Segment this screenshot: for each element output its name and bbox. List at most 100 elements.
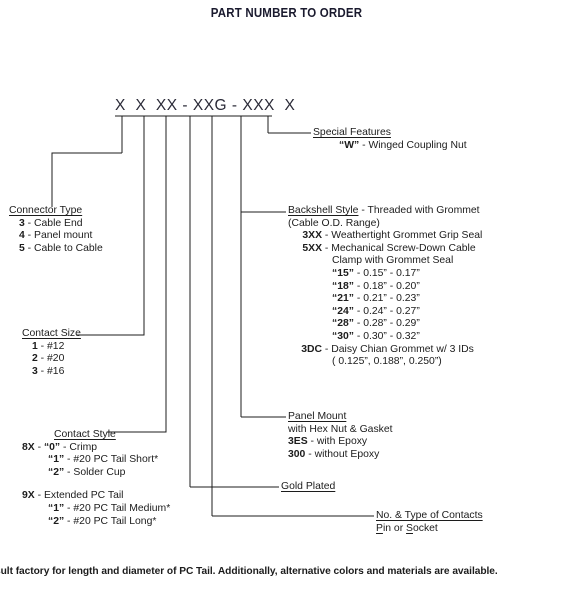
backshell-range-21-sep: - [353,293,364,305]
connector-type-option-5-sep: - [24,242,35,254]
contact-style-8x-first-desc: Crimp [69,441,98,453]
special-features-option-desc: Winged Coupling Nut [368,139,467,151]
contact-style-9x-opt-2-code: “2” [48,515,65,527]
contact-style-9x-opt-1: “1” - #20 PC Tail Medium* [22,503,170,516]
backshell-heading-suffix: - Threaded with Grommet [358,205,480,216]
contacts-subtitle-p: P [376,522,383,534]
contact-size-heading: Contact Size [22,328,81,339]
backshell-range-24-desc: 0.24” - 0.27” [363,305,420,317]
contact-size-option-1-sep: - [37,340,48,352]
backshell-option-3dc-code: 3DC [301,343,322,355]
panel-mount-option-3es-sep: - [307,436,317,448]
backshell-option-5xx-code: 5XX [302,242,322,254]
callout-connector-type: Connector Type 3 - Cable End 4 - Panel m… [9,205,103,255]
panel-mount-subtitle: with Hex Nut & Gasket [288,423,393,435]
contacts-subtitle-s: S [406,522,413,534]
backshell-range-15-desc: 0.15” - 0.17” [363,267,420,279]
contact-style-8x-row: 8X - “0” - Crimp [22,442,170,455]
contact-style-8x-opt-2-desc: Solder Cup [73,466,126,478]
panel-mount-option-3es-desc: with Epoxy [316,436,368,448]
contact-style-9x-first-desc: Extended PC Tail [43,490,124,502]
backshell-heading: Backshell Style [288,205,359,216]
special-features-option-code: “W” [339,139,360,151]
contact-size-option-2: 2 - #20 [22,353,81,366]
contact-style-8x-opt-2-code: “2” [48,466,65,478]
backshell-option-3dc-desc: Daisy Chian Grommet w/ 3 IDs [331,343,474,355]
backshell-range-18: “18” - 0.18” - 0.20” [288,281,482,294]
connector-type-option-3-desc: Cable End [34,217,83,229]
part-number-mask: X X XX - XXG - XXX X [115,97,296,114]
backshell-option-3dc-sep: - [322,343,332,355]
gold-plated-heading: Gold Plated [281,481,336,492]
contact-style-8x-opt-1: “1” - #20 PC Tail Short* [22,454,170,467]
panel-mount-option-300-sep: - [305,448,315,460]
contact-size-option-1-desc: #12 [47,340,65,352]
connector-type-option-4-desc: Panel mount [34,230,93,242]
backshell-option-5xx-desc: Mechanical Screw-Down Cable [331,242,476,254]
connector-type-option-3: 3 - Cable End [9,218,103,231]
panel-mount-option-300: 300 - without Epoxy [288,449,393,462]
panel-mount-option-3es: 3ES - with Epoxy [288,436,393,449]
backshell-option-3xx-code: 3XX [302,230,322,242]
panel-mount-heading: Panel Mount [288,411,347,422]
backshell-range-30-code: “30” [332,330,354,342]
callout-panel-mount: Panel Mount with Hex Nut & Gasket 3ES - … [288,411,393,461]
backshell-range-15-code: “15” [332,267,354,279]
special-features-heading: Special Features [313,127,391,138]
callout-gold-plated: Gold Plated [281,481,335,494]
backshell-range-24: “24” - 0.24” - 0.27” [288,306,482,319]
backshell-range-21: “21” - 0.21” - 0.23” [288,293,482,306]
backshell-option-5xx: 5XX - Mechanical Screw-Down Cable [288,243,482,256]
backshell-option-3xx-sep: - [322,230,332,242]
connector-type-option-5-desc: Cable to Cable [34,242,103,254]
contact-style-8x-first-sep: - [60,441,70,453]
callout-special-features: Special Features “W” - Winged Coupling N… [313,127,467,152]
contacts-subtitle-end: ocket [412,522,438,534]
backshell-range-28-sep: - [353,318,364,330]
backshell-range-28: “28” - 0.28” - 0.29” [288,318,482,331]
backshell-option-5xx-sep: - [322,242,332,254]
backshell-range-30-sep: - [353,330,364,342]
contact-style-group-gap [22,479,170,490]
contact-style-8x-first-code: “0” [43,441,61,453]
backshell-range-24-code: “24” [332,305,354,317]
contact-style-9x-opt-1-desc: #20 PC Tail Medium* [73,502,171,514]
backshell-range-30-desc: 0.30” - 0.32” [363,330,420,342]
contacts-subtitle-mid: in or [382,522,407,534]
backshell-option-3xx-desc: Weathertight Grommet Grip Seal [331,230,483,242]
backshell-range-28-code: “28” [332,318,354,330]
backshell-option-3dc: 3DC - Daisy Chian Grommet w/ 3 IDs [288,344,482,357]
backshell-range-18-desc: 0.18” - 0.20” [363,280,420,292]
backshell-option-3xx: 3XX - Weathertight Grommet Grip Seal [288,230,482,243]
backshell-range-18-code: “18” [332,280,354,292]
backshell-range-30: “30” - 0.30” - 0.32” [288,331,482,344]
contact-style-9x-code: 9X [22,490,35,502]
page-title: PART NUMBER TO ORDER [210,6,363,20]
connector-type-option-4: 4 - Panel mount [9,230,103,243]
connector-type-option-3-sep: - [24,217,35,229]
backshell-range-15-sep: - [353,267,364,279]
part-number-diagram-page: PART NUMBER TO ORDER X X XX - XXG - XXX … [0,0,573,590]
contact-style-heading: Contact Style [54,429,116,440]
contact-size-option-2-sep: - [37,353,48,365]
contact-style-8x-opt-2: “2” - Solder Cup [22,467,170,480]
contacts-heading: No. & Type of Contacts [376,510,483,521]
contact-style-9x-opt-1-code: “1” [48,502,65,514]
contact-style-9x-sep: - [34,490,44,502]
callout-backshell-style: Backshell Style - Threaded with Grommet … [288,205,482,369]
contact-style-8x-code: 8X [22,441,35,453]
backshell-range-15: “15” - 0.15” - 0.17” [288,268,482,281]
backshell-range-28-desc: 0.28” - 0.29” [363,318,420,330]
callout-contacts: No. & Type of Contacts Pin or Socket [376,510,483,535]
callout-contact-size: Contact Size 1 - #12 2 - #20 3 - #16 [22,328,81,378]
contact-style-8x-opt-1-desc: #20 PC Tail Short* [73,454,159,466]
footnote: sult factory for length and diameter of … [0,566,498,577]
backshell-option-5xx-continuation: Clamp with Grommet Seal [332,255,454,267]
backshell-range-21-code: “21” [332,293,354,305]
panel-mount-option-300-code: 300 [288,448,306,460]
backshell-subtitle: (Cable O.D. Range) [288,217,380,229]
contact-size-option-3-sep: - [37,365,48,377]
contact-style-9x-opt-2: “2” - #20 PC Tail Long* [22,516,170,529]
connector-type-option-5: 5 - Cable to Cable [9,243,103,256]
contact-style-heading-row: Contact Style [22,429,170,442]
